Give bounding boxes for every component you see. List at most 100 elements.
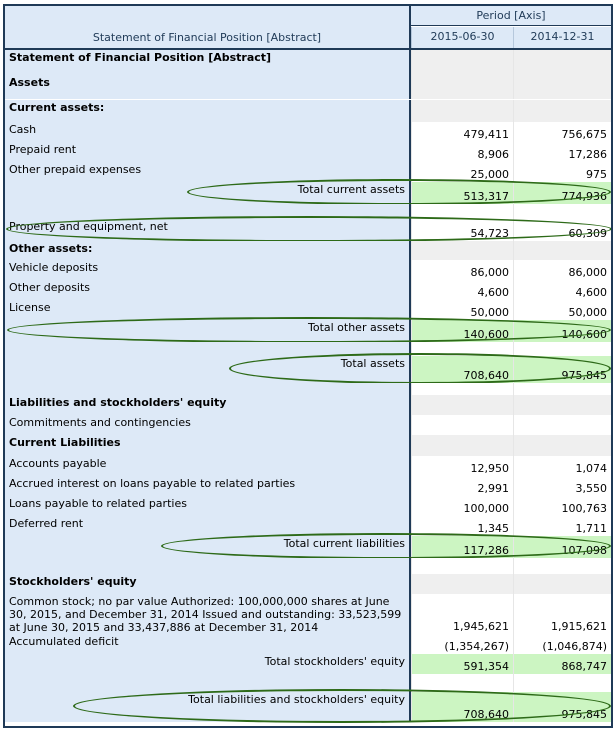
value-cell-2015-06-30 (411, 674, 513, 692)
value-cell-2015-06-30: 513,317 (411, 182, 513, 204)
row-label-other-prepaid-expenses: Other prepaid expenses (5, 162, 411, 182)
value-cell-2014-12-31: 4,600 (513, 280, 611, 300)
value-cell-2014-12-31: 140,600 (513, 320, 611, 342)
value-cell-2015-06-30: 479,411 (411, 122, 513, 142)
value-cell-2015-06-30: 12,950 (411, 456, 513, 476)
row-label-assets: Assets (5, 75, 411, 99)
value-cell-2015-06-30 (411, 415, 513, 435)
table-row: Accumulated deficit (1,354,267) (1,046,874… (5, 634, 611, 654)
value-cell-2014-12-31 (513, 383, 611, 395)
row-label-total-other-assets: Total other assets (5, 320, 411, 342)
value-cell-2015-06-30: 8,906 (411, 142, 513, 162)
spacer-label-cell (5, 383, 411, 395)
total-row: Total current liabilities 117,286 107,098 (5, 536, 611, 558)
section-header-row: Current Liabilities (5, 435, 611, 456)
value-cell-2014-12-31 (513, 241, 611, 260)
row-label-property-and-equipment-net: Property and equipment, net (5, 219, 411, 241)
row-label-total-stockholders-equity: Total stockholders' equity (5, 654, 411, 674)
value-cell-2014-12-31 (513, 558, 611, 574)
table-row: Accounts payable 12,950 1,074 (5, 456, 611, 476)
value-cell-2014-12-31: 3,550 (513, 476, 611, 496)
value-cell-2014-12-31 (513, 395, 611, 417)
row-label-statement-of-financial-position-abstract: Statement of Financial Position [Abstrac… (5, 50, 411, 75)
table-row: Commitments and contingencies (5, 415, 611, 435)
value-cell-2015-06-30 (411, 342, 513, 356)
value-cell-2015-06-30: 54,723 (411, 219, 513, 241)
value-cell-2014-12-31 (513, 100, 611, 122)
row-label-commitments-and-contingencies: Commitments and contingencies (5, 415, 411, 435)
spacer-row (5, 383, 611, 395)
row-label-total-liabilities-and-stockholders-equity: Total liabilities and stockholders' equi… (5, 692, 411, 722)
value-cell-2015-06-30: 1,945,621 (411, 594, 513, 634)
value-cell-2015-06-30: 708,640 (411, 692, 513, 722)
value-cell-2014-12-31: 975,845 (513, 692, 611, 722)
value-cell-2014-12-31 (513, 415, 611, 435)
value-cell-2015-06-30 (411, 241, 513, 260)
table-row: Other deposits 4,600 4,600 (5, 280, 611, 300)
spacer-label-cell (5, 342, 411, 356)
row-label-current-liabilities: Current Liabilities (5, 435, 411, 456)
value-cell-2014-12-31 (513, 342, 611, 356)
row-label-other-deposits: Other deposits (5, 280, 411, 300)
value-cell-2015-06-30: (1,354,267) (411, 634, 513, 654)
value-cell-2014-12-31: (1,046,874) (513, 634, 611, 654)
table-row: Common stock; no par value Authorized: 1… (5, 594, 611, 634)
value-cell-2015-06-30 (411, 558, 513, 574)
total-row: Total liabilities and stockholders' equi… (5, 692, 611, 722)
spacer-label-cell (5, 558, 411, 574)
table-row: Loans payable to related parties 100,000 1… (5, 496, 611, 516)
value-cell-2015-06-30: 708,640 (411, 356, 513, 383)
row-label-total-assets: Total assets (5, 356, 411, 383)
section-header-row: Stockholders' equity (5, 574, 611, 594)
table-row: Other prepaid expenses 25,000 975 (5, 162, 611, 182)
section-header-row: Liabilities and stockholders' equity (5, 395, 611, 417)
row-label-loans-payable-to-related-parties: Loans payable to related parties (5, 496, 411, 516)
spacer-row (5, 558, 611, 574)
value-cell-2015-06-30 (411, 204, 513, 219)
value-cell-2015-06-30: 591,354 (411, 654, 513, 674)
financial-statement-table: Period [Axis] Statement of Financial Pos… (3, 4, 613, 728)
value-cell-2014-12-31: 1,711 (513, 516, 611, 536)
value-cell-2014-12-31: 975,845 (513, 356, 611, 383)
value-cell-2015-06-30: 25,000 (411, 162, 513, 182)
value-cell-2014-12-31: 17,286 (513, 142, 611, 162)
table-row: Cash 479,411 756,675 (5, 122, 611, 142)
value-cell-2015-06-30 (411, 383, 513, 395)
section-header-row: Other assets: (5, 241, 611, 260)
spacer-label-cell (5, 204, 411, 219)
row-label-vehicle-deposits: Vehicle deposits (5, 260, 411, 280)
value-cell-2014-12-31 (513, 50, 611, 75)
row-label-common-stock-no-par-value-authorized-100-000-000-shares-at-june-30-2015-and-december-31-2014-issued-and-outstanding-33-523-599-at-june-30-2015-and-33-437-886-at-december-31-2014: Common stock; no par value Authorized: 1… (5, 594, 411, 634)
row-label-prepaid-rent: Prepaid rent (5, 142, 411, 162)
table-row: Accrued interest on loans payable to rel… (5, 476, 611, 496)
spacer-row (5, 204, 611, 219)
statement-rows: Statement of Financial Position [Abstrac… (5, 6, 611, 726)
value-cell-2014-12-31: 1,915,621 (513, 594, 611, 634)
row-label-license: License (5, 300, 411, 320)
row-label-total-current-assets: Total current assets (5, 182, 411, 204)
value-cell-2015-06-30: 140,600 (411, 320, 513, 342)
value-cell-2015-06-30: 1,345 (411, 516, 513, 536)
value-cell-2014-12-31: 975 (513, 162, 611, 182)
table-row: Deferred rent 1,345 1,711 (5, 516, 611, 536)
value-cell-2014-12-31 (513, 574, 611, 594)
row-label-accumulated-deficit: Accumulated deficit (5, 634, 411, 654)
value-cell-2014-12-31: 868,747 (513, 654, 611, 674)
value-cell-2015-06-30: 86,000 (411, 260, 513, 280)
value-cell-2015-06-30: 117,286 (411, 536, 513, 558)
section-header-row: Statement of Financial Position [Abstrac… (5, 50, 611, 75)
value-cell-2014-12-31 (513, 75, 611, 99)
value-cell-2014-12-31 (513, 204, 611, 219)
row-label-cash: Cash (5, 122, 411, 142)
row-label-total-current-liabilities: Total current liabilities (5, 536, 411, 558)
table-row: Vehicle deposits 86,000 86,000 (5, 260, 611, 280)
table-row: License 50,000 50,000 (5, 300, 611, 320)
value-cell-2015-06-30 (411, 395, 513, 417)
total-row: Total stockholders' equity 591,354 868,747 (5, 654, 611, 674)
value-cell-2015-06-30: 2,991 (411, 476, 513, 496)
value-cell-2014-12-31: 107,098 (513, 536, 611, 558)
value-cell-2015-06-30 (411, 574, 513, 594)
value-cell-2015-06-30: 4,600 (411, 280, 513, 300)
spacer-label-cell (5, 674, 411, 692)
value-cell-2014-12-31 (513, 435, 611, 456)
